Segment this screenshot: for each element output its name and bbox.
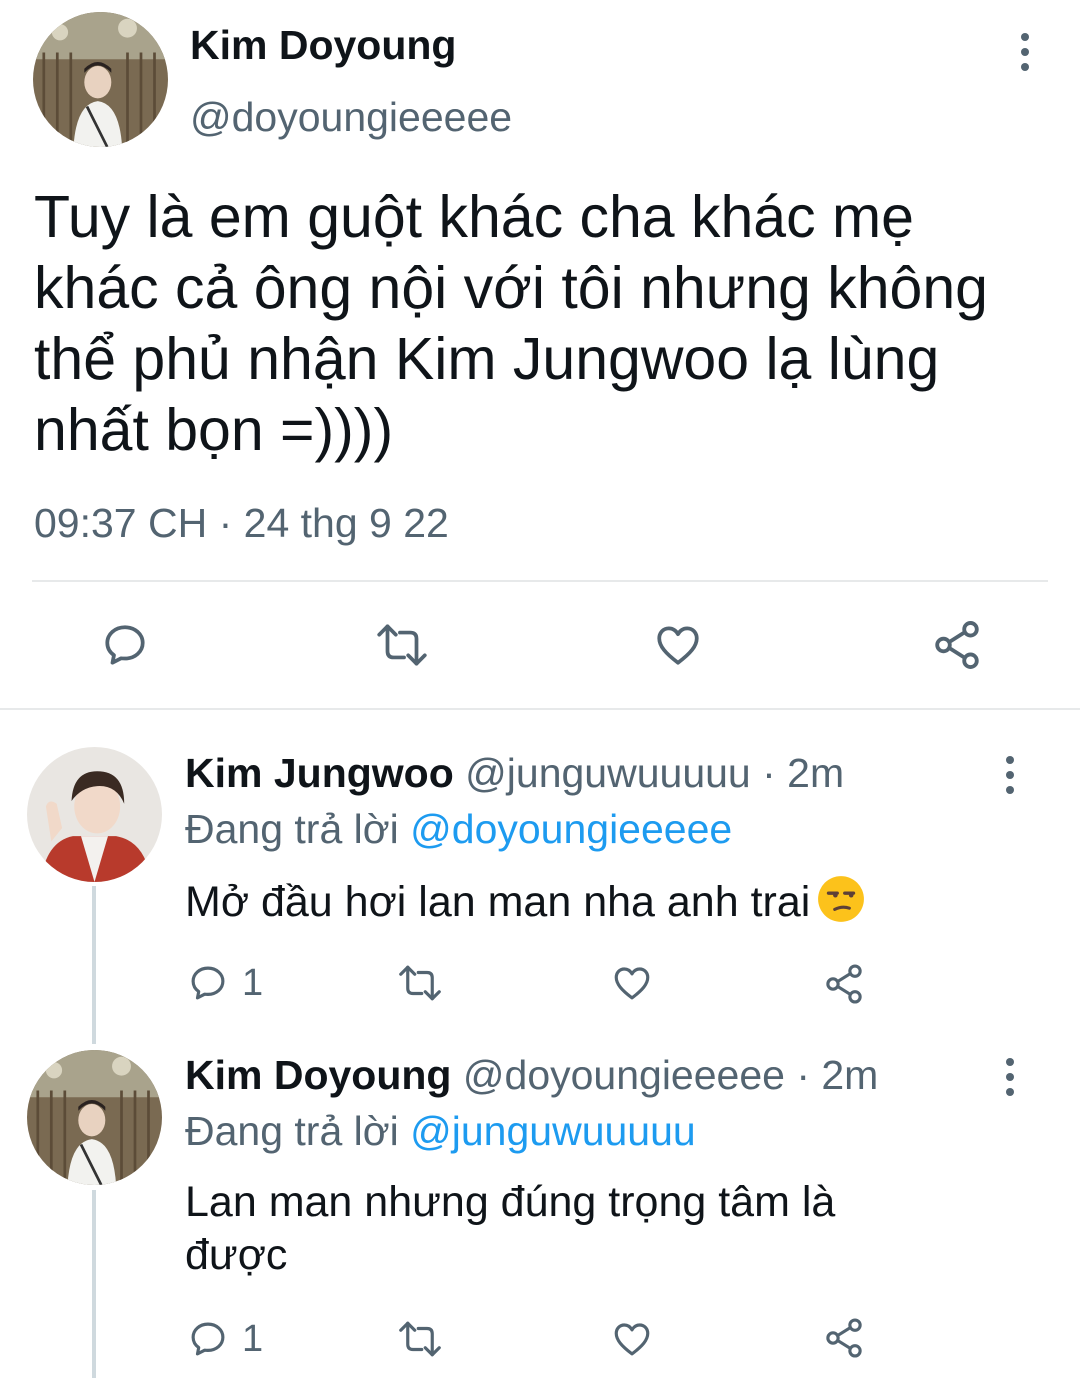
replying-to: Đang trả lời @junguwuuuuu <box>185 1108 696 1155</box>
retweet-icon[interactable] <box>373 620 431 670</box>
thread-line <box>92 1190 96 1378</box>
reply-text: Lan man nhưng đúng trọng tâm là được <box>185 1178 836 1279</box>
reply-author-name[interactable]: Kim Doyoung <box>185 1052 451 1098</box>
share-icon[interactable] <box>822 962 866 1006</box>
unamused-face-emoji <box>816 874 866 924</box>
reply-icon[interactable] <box>187 1318 229 1360</box>
retweet-icon[interactable] <box>395 1318 445 1360</box>
more-options-icon[interactable] <box>990 1047 1030 1107</box>
more-options-icon[interactable] <box>1005 22 1045 82</box>
tweet-timestamp[interactable]: 09:37 CH · 24 thg 9 22 <box>34 500 449 547</box>
share-icon[interactable] <box>822 1316 866 1360</box>
author-name[interactable]: Kim Doyoung <box>190 22 456 69</box>
reply-count: 1 <box>242 962 264 1004</box>
tweet-text: Tuy là em guột khác cha khác mẹ khác cả … <box>34 184 988 463</box>
divider <box>0 708 1080 710</box>
author-avatar[interactable] <box>33 12 168 147</box>
reply-header: Kim Jungwoo @junguwuuuuu · 2m <box>185 750 844 797</box>
reply-text: Mở đầu hơi lan man nha anh trai <box>185 874 1045 929</box>
reply-author-name[interactable]: Kim Jungwoo <box>185 750 454 796</box>
retweet-icon[interactable] <box>395 962 445 1004</box>
divider <box>32 580 1048 582</box>
replying-to-prefix: Đang trả lời <box>185 1108 411 1154</box>
reply-author-handle[interactable]: @junguwuuuuu · 2m <box>465 750 844 796</box>
like-icon[interactable] <box>610 1318 654 1360</box>
replying-to-mention[interactable]: @doyoungieeeee <box>410 806 732 852</box>
reply-icon[interactable] <box>187 962 229 1004</box>
author-handle[interactable]: @doyoungieeeee <box>190 94 512 141</box>
replying-to-prefix: Đang trả lời <box>185 806 411 852</box>
like-icon[interactable] <box>652 620 704 670</box>
reply-avatar[interactable] <box>27 747 162 882</box>
like-icon[interactable] <box>610 962 654 1004</box>
share-icon[interactable] <box>930 618 984 672</box>
reply-count: 1 <box>242 1318 264 1360</box>
reply-header: Kim Doyoung @doyoungieeeee · 2m <box>185 1052 878 1099</box>
reply-author-handle[interactable]: @doyoungieeeee · 2m <box>463 1052 878 1098</box>
reply-avatar[interactable] <box>27 1050 162 1185</box>
replying-to-mention[interactable]: @junguwuuuuu <box>410 1108 696 1154</box>
replying-to: Đang trả lời @doyoungieeeee <box>185 806 732 853</box>
more-options-icon[interactable] <box>990 745 1030 805</box>
reply-icon[interactable] <box>100 620 150 670</box>
reply-text-content: Mở đầu hơi lan man nha anh trai <box>185 878 811 926</box>
thread-line <box>92 886 96 1044</box>
